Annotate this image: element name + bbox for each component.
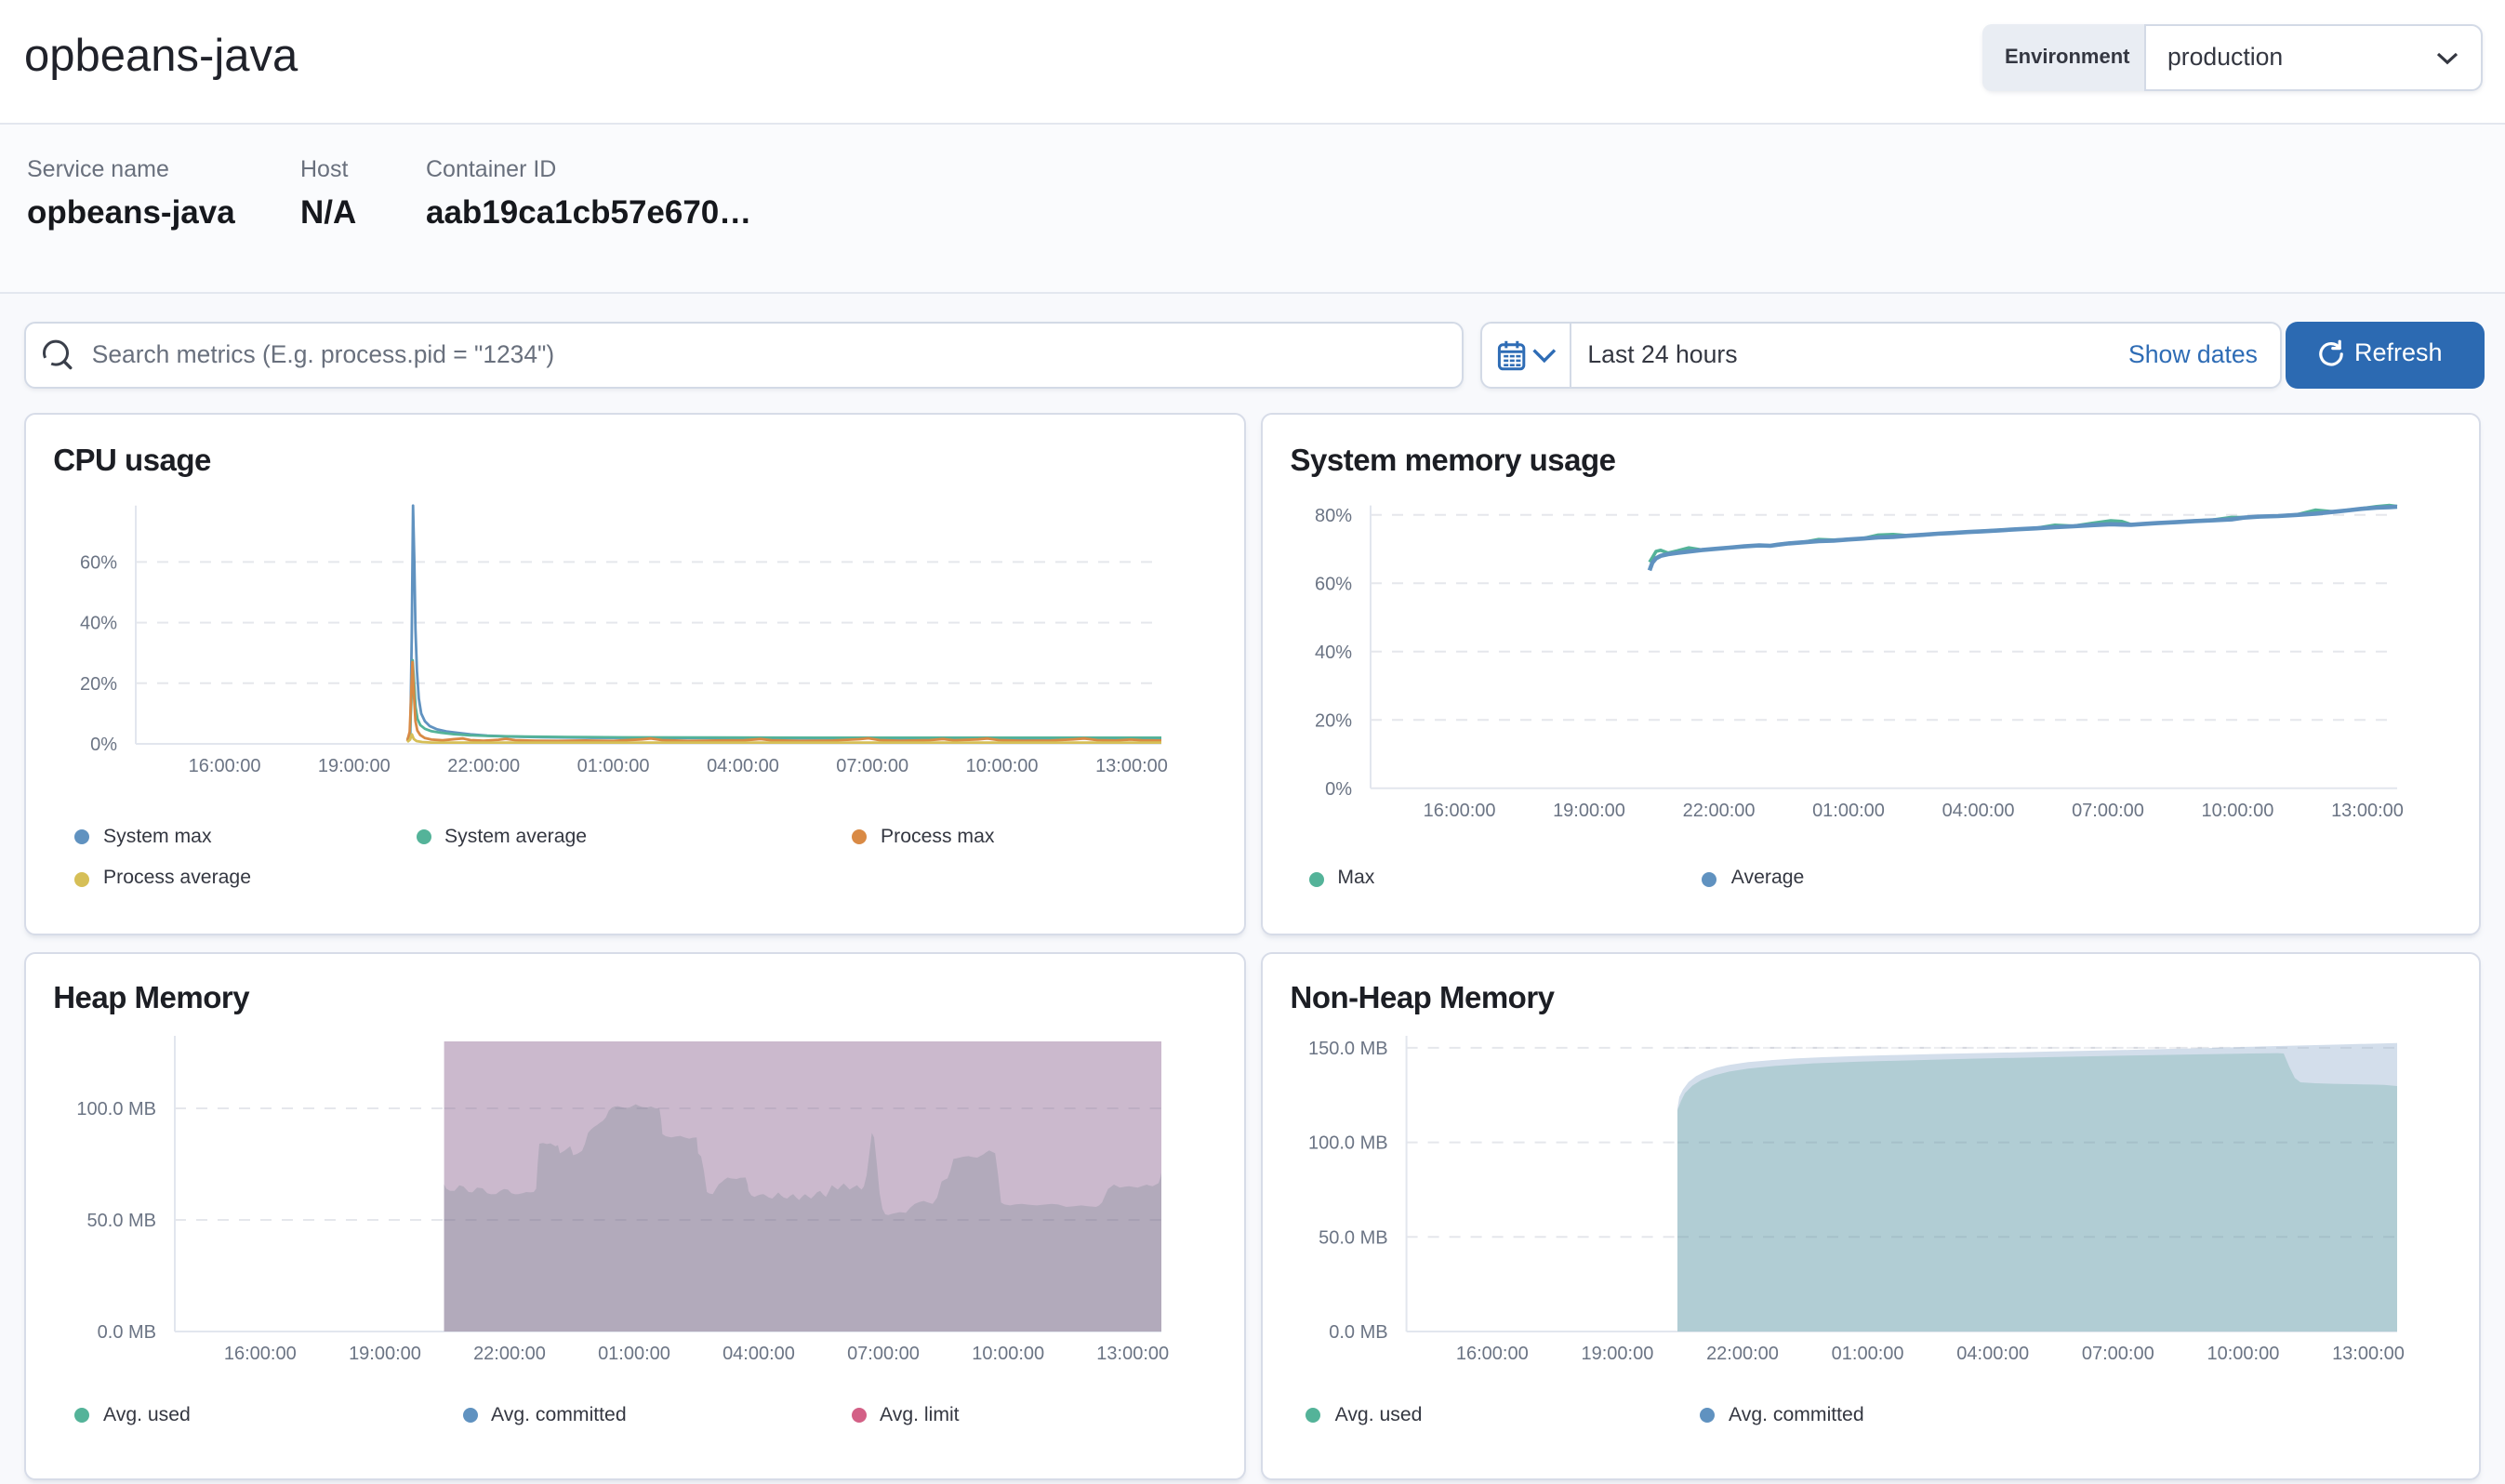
svg-text:16:00:00: 16:00:00 <box>1424 801 1496 821</box>
svg-text:20%: 20% <box>1315 710 1352 731</box>
svg-text:0%: 0% <box>90 735 117 755</box>
svg-text:07:00:00: 07:00:00 <box>2082 1344 2154 1364</box>
svg-text:19:00:00: 19:00:00 <box>1553 801 1625 821</box>
svg-text:0.0 MB: 0.0 MB <box>98 1322 156 1343</box>
svg-text:100.0 MB: 100.0 MB <box>1308 1133 1388 1154</box>
svg-text:22:00:00: 22:00:00 <box>473 1344 546 1364</box>
svg-text:50.0 MB: 50.0 MB <box>87 1211 156 1231</box>
svg-text:10:00:00: 10:00:00 <box>2201 801 2273 821</box>
svg-text:04:00:00: 04:00:00 <box>707 756 779 776</box>
svg-text:100.0 MB: 100.0 MB <box>76 1099 156 1120</box>
svg-text:10:00:00: 10:00:00 <box>2207 1344 2279 1364</box>
svg-text:13:00:00: 13:00:00 <box>1095 756 1168 776</box>
svg-text:04:00:00: 04:00:00 <box>1942 801 2015 821</box>
svg-text:04:00:00: 04:00:00 <box>722 1344 795 1364</box>
svg-text:60%: 60% <box>80 552 117 573</box>
svg-text:80%: 80% <box>1315 506 1352 526</box>
svg-text:13:00:00: 13:00:00 <box>2331 801 2404 821</box>
svg-text:10:00:00: 10:00:00 <box>972 1344 1044 1364</box>
svg-text:0.0 MB: 0.0 MB <box>1329 1322 1387 1343</box>
svg-text:150.0 MB: 150.0 MB <box>1308 1039 1388 1059</box>
svg-text:07:00:00: 07:00:00 <box>847 1344 920 1364</box>
svg-text:40%: 40% <box>80 614 117 634</box>
svg-text:16:00:00: 16:00:00 <box>189 756 261 776</box>
svg-text:01:00:00: 01:00:00 <box>1812 801 1885 821</box>
svg-text:04:00:00: 04:00:00 <box>1956 1344 2029 1364</box>
svg-text:16:00:00: 16:00:00 <box>224 1344 297 1364</box>
svg-text:01:00:00: 01:00:00 <box>598 1344 670 1364</box>
svg-text:22:00:00: 22:00:00 <box>1683 801 1756 821</box>
svg-text:16:00:00: 16:00:00 <box>1456 1344 1529 1364</box>
svg-text:60%: 60% <box>1315 574 1352 594</box>
svg-text:07:00:00: 07:00:00 <box>2072 801 2144 821</box>
svg-text:22:00:00: 22:00:00 <box>1706 1344 1779 1364</box>
svg-text:40%: 40% <box>1315 643 1352 663</box>
svg-text:01:00:00: 01:00:00 <box>1832 1344 1904 1364</box>
svg-text:19:00:00: 19:00:00 <box>1581 1344 1653 1364</box>
svg-text:22:00:00: 22:00:00 <box>447 756 520 776</box>
svg-text:20%: 20% <box>80 674 117 695</box>
svg-text:19:00:00: 19:00:00 <box>318 756 391 776</box>
svg-text:19:00:00: 19:00:00 <box>349 1344 421 1364</box>
svg-text:07:00:00: 07:00:00 <box>836 756 908 776</box>
svg-text:01:00:00: 01:00:00 <box>577 756 650 776</box>
svg-text:13:00:00: 13:00:00 <box>1096 1344 1169 1364</box>
svg-text:13:00:00: 13:00:00 <box>2332 1344 2405 1364</box>
svg-text:10:00:00: 10:00:00 <box>966 756 1039 776</box>
svg-text:0%: 0% <box>1325 779 1352 800</box>
svg-text:50.0 MB: 50.0 MB <box>1319 1227 1387 1248</box>
